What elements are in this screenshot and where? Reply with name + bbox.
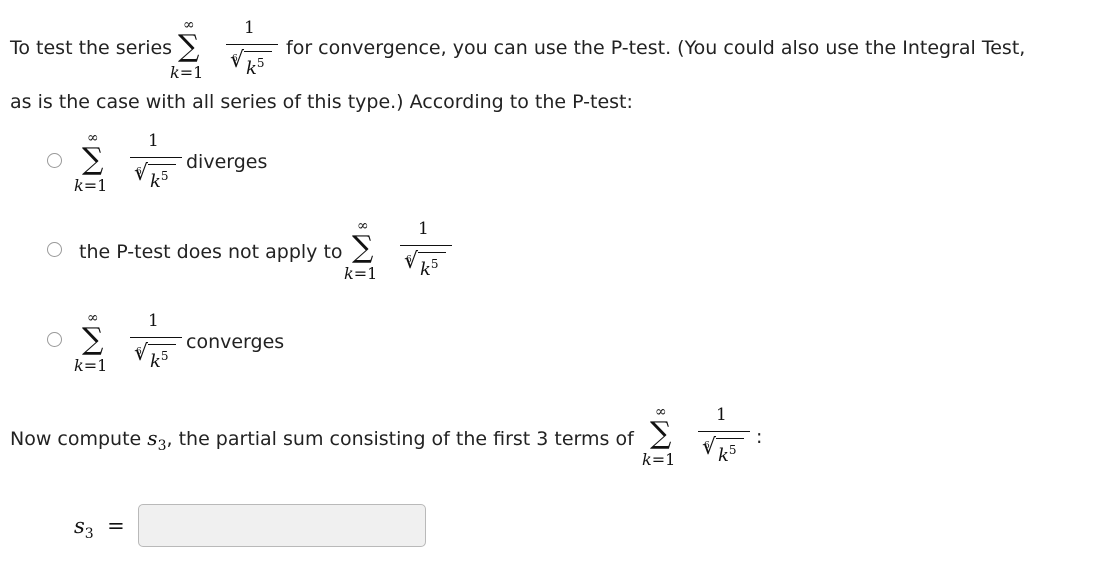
compute-colon: : [756, 426, 763, 448]
intro-prefix: To test the series [10, 37, 173, 59]
fraction-bar [226, 44, 278, 45]
fraction-numerator: 1 [244, 18, 255, 38]
radio-not-apply[interactable] [47, 242, 62, 257]
radio-converges[interactable] [47, 332, 62, 347]
series-expression: ∞ ∑ k=1 1 6 √ k5 [170, 18, 298, 88]
radio-diverges[interactable] [47, 153, 62, 168]
intro-suffix: for convergence, you can use the P-test.… [286, 37, 1026, 59]
sigma-symbol: ∑ [178, 29, 200, 64]
option-diverges-label[interactable]: diverges [186, 151, 267, 173]
answer-label: s3 = [74, 514, 125, 543]
option-2-series: ∞ ∑ k=1 1 6 √ k5 [344, 219, 472, 289]
option-3-series: ∞ ∑ k=1 1 6 √ k5 [74, 311, 202, 381]
partial-sum-var: s3 [147, 426, 167, 454]
option-1-series: ∞ ∑ k=1 1 6 √ k5 [74, 131, 202, 201]
option-not-apply-label[interactable]: the P-test does not apply to [79, 241, 343, 263]
option-converges-label[interactable]: converges [186, 331, 284, 353]
partial-sum-input[interactable] [138, 504, 426, 547]
compute-text: Now compute s3, the partial sum consisti… [10, 426, 634, 454]
intro-line2: as is the case with all series of this t… [10, 91, 633, 113]
compute-series: ∞ ∑ k=1 1 6 √ k5 [642, 405, 770, 475]
sum-lower-limit: k=1 [170, 63, 204, 82]
